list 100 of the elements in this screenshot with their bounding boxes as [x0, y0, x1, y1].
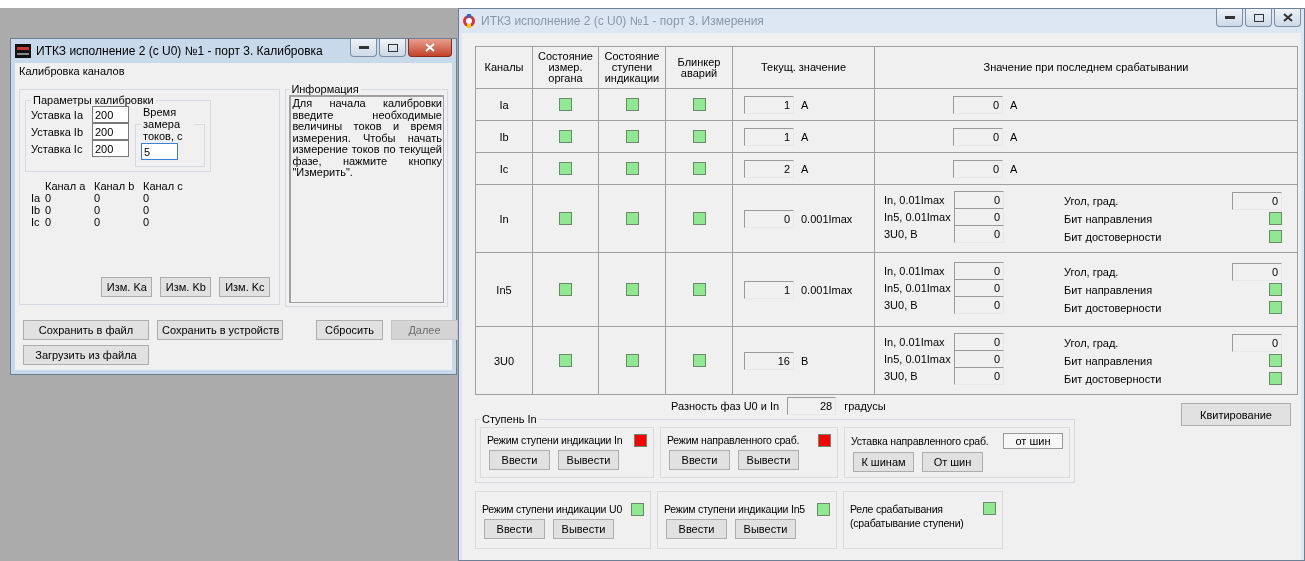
result-value: 0 [143, 192, 151, 204]
field-label: Уставка Ia [31, 108, 85, 121]
panel-button[interactable]: Ввести [666, 519, 727, 539]
field-label: In, 0.01Imax [884, 265, 946, 277]
value-field: 1 [744, 95, 794, 114]
value-field: 0 [954, 262, 1004, 280]
close-icon [425, 43, 435, 52]
app-icon [15, 44, 31, 58]
close-icon [1282, 13, 1293, 22]
value-field: 28 [787, 397, 837, 415]
group-title: Время замера токов, с [142, 106, 184, 142]
value-field: 0 [954, 279, 1004, 297]
column-header: Канал a [45, 180, 87, 192]
measure-button[interactable]: Изм. Kb [160, 277, 212, 297]
unit-label: A [1010, 98, 1018, 111]
measure-button[interactable]: Изм. Kc [219, 277, 271, 297]
column-header: Каналы [475, 46, 533, 89]
result-value: 0 [45, 216, 53, 228]
panel-button[interactable]: Ввести [484, 519, 545, 539]
field-label: Бит направления [1064, 283, 1153, 296]
value-field: 1 [744, 127, 794, 146]
input-field[interactable]: 200 [92, 140, 129, 157]
field-label: Бит достоверности [1064, 230, 1162, 243]
setpoint-value: от шин [1003, 433, 1063, 449]
value-field: 0 [1232, 333, 1282, 352]
unit-label: 0.001Imax [801, 283, 853, 296]
action-button[interactable]: Загрузить из файла [23, 345, 149, 365]
result-value: 0 [94, 192, 102, 204]
value-field: 0 [744, 209, 794, 228]
row-label: Ib [31, 204, 42, 216]
panel-label: Режим ступени индикации U0 [482, 502, 623, 516]
close-button[interactable] [1274, 9, 1301, 27]
value-field: 0 [954, 367, 1004, 385]
value-field: 0 [953, 159, 1003, 178]
input-field[interactable]: 5 [141, 143, 178, 160]
channel-cell: Ic [475, 152, 533, 185]
field-label: Угол, град. [1064, 336, 1119, 349]
unit-label: A [801, 130, 809, 143]
group-title: Информация [290, 83, 360, 95]
panel-button[interactable]: К шинам [853, 452, 914, 472]
measure-button[interactable]: Изм. Ka [101, 277, 153, 297]
panel-button[interactable]: Вывести [738, 450, 799, 470]
input-field[interactable]: 200 [92, 106, 129, 123]
action-button[interactable]: Сбросить [316, 320, 383, 340]
panel-label: Режим ступени индикации In5 [664, 502, 805, 516]
input-field[interactable]: 200 [92, 123, 129, 140]
value-field: 0 [954, 350, 1004, 368]
column-header: Текущ. значение [732, 46, 875, 89]
section-title: Калибровка каналов [19, 65, 125, 77]
field-label: 3U0, B [884, 370, 919, 382]
panel-label: Уставка направленного сраб. [851, 434, 989, 448]
channel-cell: 3U0 [475, 326, 533, 395]
close-button[interactable] [408, 39, 452, 57]
unit-label: A [1010, 130, 1018, 143]
field-label: Угол, град. [1064, 265, 1119, 278]
column-header: Состояние измер. органа [532, 46, 599, 89]
value-field: 16 [744, 351, 794, 370]
value-field: 0 [954, 225, 1004, 243]
row-label: Ic [31, 216, 41, 228]
field-label: Бит достоверности [1064, 301, 1162, 314]
maximize-button[interactable] [1245, 9, 1272, 27]
value-field: 0 [954, 333, 1004, 351]
result-value: 0 [45, 204, 53, 216]
info-text: Для начала калибровки введите необходимые величины токов и время измерения. Чтобы начать измерение токов по текущей фазе, нажмите кнопку "Измерить". [289, 95, 444, 303]
column-header: Канал b [94, 180, 136, 192]
value-field: 2 [744, 159, 794, 178]
field-label: Бит направления [1064, 354, 1153, 367]
panel-button[interactable]: Ввести [489, 450, 550, 470]
field-label: Бит достоверности [1064, 372, 1162, 385]
field-label: 3U0, B [884, 299, 919, 311]
window-title: ИТКЗ исполнение 2 (с U0) №1 - порт 3. Измерения [481, 14, 764, 28]
group-title: Параметры калибровки [32, 94, 155, 106]
panel-button[interactable]: От шин [922, 452, 983, 472]
value-field: 1 [744, 280, 794, 299]
minimize-button[interactable] [1216, 9, 1243, 27]
panel-button[interactable]: Вывести [558, 450, 619, 470]
channel-cell: In [475, 184, 533, 253]
action-button[interactable]: Сохранить в устройств [157, 320, 283, 340]
value-field: 0 [953, 95, 1003, 114]
minimize-button[interactable] [350, 39, 377, 57]
field-label: In5, 0.01Imax [884, 353, 952, 365]
value-field: 0 [954, 208, 1004, 226]
result-value: 0 [143, 204, 151, 216]
panel-button[interactable]: Вывести [735, 519, 796, 539]
column-header: Блинкер аварий [665, 46, 733, 89]
column-header: Состояние ступени индикации [598, 46, 666, 89]
window-title: ИТКЗ исполнение 2 (с U0) №1 - порт 3. Калибровка [36, 44, 323, 58]
panel-button[interactable]: Вывести [553, 519, 614, 539]
action-button[interactable]: Сохранить в файл [23, 320, 149, 340]
field-label: In5, 0.01Imax [884, 282, 952, 294]
panel-button[interactable]: Ввести [669, 450, 730, 470]
acknowledge-button[interactable]: Квитирование [1181, 403, 1291, 426]
maximize-icon [1253, 13, 1264, 22]
unit-label: B [801, 354, 809, 367]
unit-label: A [801, 98, 809, 111]
value-field: 0 [1232, 191, 1282, 210]
panel-label: Режим ступени индикации In [487, 433, 623, 447]
field-label: Бит направления [1064, 212, 1153, 225]
maximize-button[interactable] [379, 39, 406, 57]
field-label: In, 0.01Imax [884, 336, 946, 348]
